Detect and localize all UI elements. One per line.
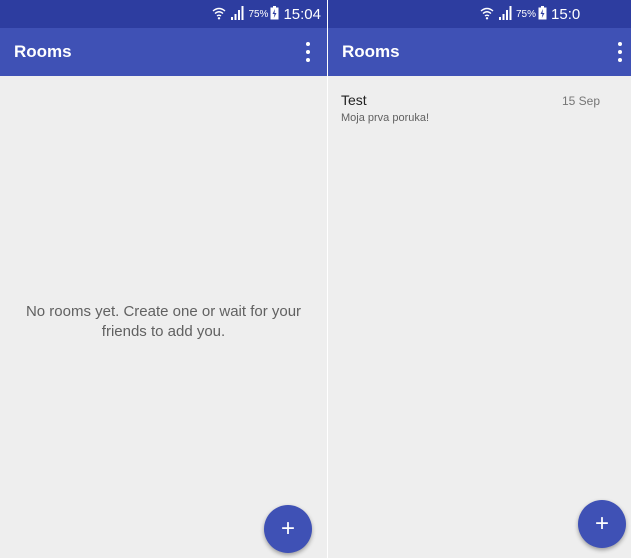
page-title: Rooms bbox=[342, 42, 400, 61]
battery-icon bbox=[270, 5, 279, 23]
wifi-icon bbox=[480, 6, 494, 23]
rooms-screen-list: 75% 15:0 Rooms Test 15 Sep Moja prva por… bbox=[328, 0, 631, 558]
room-name: Test bbox=[341, 92, 367, 108]
status-time: 15:04 bbox=[283, 5, 321, 23]
wifi-icon bbox=[212, 6, 226, 23]
room-last-message: Moja prva poruka! bbox=[341, 112, 430, 124]
plus-icon: + bbox=[594, 510, 609, 537]
list-item[interactable]: Test 15 Sep Moja prva poruka! bbox=[328, 92, 631, 132]
add-room-button[interactable]: + bbox=[264, 505, 312, 553]
signal-icon bbox=[498, 5, 512, 23]
page-title: Rooms bbox=[14, 42, 72, 61]
plus-icon: + bbox=[280, 515, 295, 542]
battery-percent: 75% bbox=[248, 8, 269, 20]
rooms-screen-empty: 75% 15:04 Rooms No rooms yet. Create one… bbox=[0, 0, 327, 558]
battery-icon bbox=[538, 5, 547, 23]
battery-percent: 75% bbox=[516, 8, 537, 20]
more-vert-icon[interactable] bbox=[304, 42, 312, 62]
status-bar: 75% 15:0 bbox=[328, 0, 631, 28]
app-bar: Rooms bbox=[0, 28, 327, 76]
empty-state-message: No rooms yet. Create one or wait for you… bbox=[25, 303, 302, 340]
status-bar: 75% 15:04 bbox=[0, 0, 327, 28]
add-room-button[interactable]: + bbox=[578, 500, 626, 548]
more-vert-icon[interactable] bbox=[616, 42, 624, 62]
room-date: 15 Sep bbox=[562, 94, 601, 108]
signal-icon bbox=[230, 5, 244, 23]
status-time: 15:0 bbox=[551, 5, 581, 23]
app-bar: Rooms bbox=[328, 28, 631, 76]
